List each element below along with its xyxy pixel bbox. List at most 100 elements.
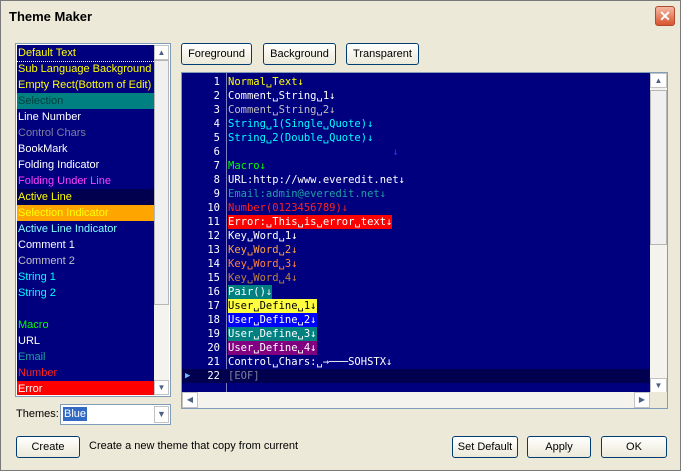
style-element-item[interactable]: String 1: [17, 269, 155, 285]
editor-line: 16 Pair()↓: [182, 285, 649, 299]
style-element-item[interactable]: Default Text: [17, 45, 155, 62]
style-element-item[interactable]: Email: [17, 349, 155, 365]
scroll-down-arrow-icon[interactable]: ▼: [154, 380, 169, 395]
editor-line-text: URL:http://www.everedit.net↓: [228, 174, 406, 186]
preview-editor[interactable]: 1 Normal␣Text↓ 2 Comment␣String␣1↓ 3 Comment␣…: [181, 72, 668, 409]
editor-line-text: Error:␣This␣is␣error␣text↓: [228, 215, 393, 229]
style-element-item[interactable]: URL: [17, 333, 155, 349]
style-element-item[interactable]: Active Line Indicator: [17, 221, 155, 237]
style-element-item[interactable]: Comment 2: [17, 253, 155, 269]
apply-button[interactable]: Apply: [527, 436, 591, 458]
editor-line-text: Key␣Word␣2↓: [228, 244, 298, 256]
editor-line-text: User␣Define␣3↓: [228, 327, 317, 341]
editor-line: 11 Error:␣This␣is␣error␣text↓: [182, 215, 649, 229]
style-element-item[interactable]: Sub Language Background: [17, 61, 155, 77]
ok-button[interactable]: OK: [601, 436, 667, 458]
editor-line-text: Comment␣String␣2↓: [228, 104, 336, 116]
editor-line: 5 String␣2(Double␣Quote)↓: [182, 131, 649, 145]
editor-line: ▶ 22 [EOF]: [182, 369, 649, 383]
style-element-item[interactable]: Macro: [17, 317, 155, 333]
line-number: 15: [207, 272, 220, 284]
editor-line-text: [EOF]: [228, 370, 260, 382]
line-number: 3: [213, 104, 220, 116]
editor-line: 9 Email:admin@everedit.net↓: [182, 187, 649, 201]
line-number: 6: [213, 146, 220, 158]
style-element-item[interactable]: Control Chars: [17, 125, 155, 141]
scroll-up-arrow-icon[interactable]: ▲: [154, 45, 169, 60]
scrollbar-corner: [650, 392, 667, 408]
editor-line: 12 Key␣Word␣1↓: [182, 229, 649, 243]
editor-line-text: User␣Define␣1↓: [228, 299, 317, 313]
editor-line-text: Pair()↓: [228, 285, 273, 299]
editor-line-text: ↓: [228, 146, 399, 158]
list-scroll-thumb[interactable]: [154, 60, 169, 305]
close-button[interactable]: ✕: [655, 6, 675, 26]
editor-line-text: String␣1(Single␣Quote)↓: [228, 118, 374, 130]
editor-scroll-thumb[interactable]: [650, 90, 667, 245]
create-hint: Create a new theme that copy from curren…: [89, 440, 299, 452]
editor-line: 4 String␣1(Single␣Quote)↓: [182, 117, 649, 131]
editor-line: 21 Control␣Chars:␣→───SOHSTX↓: [182, 355, 649, 369]
editor-line: 10 Number(0123456789)↓: [182, 201, 649, 215]
window-title: Theme Maker: [9, 9, 93, 24]
editor-line: 14 Key␣Word␣3↓: [182, 257, 649, 271]
line-number: 22: [207, 370, 220, 382]
scroll-up-arrow-icon[interactable]: ▲: [650, 73, 667, 88]
style-element-item[interactable]: Active Line: [17, 189, 155, 205]
editor-vertical-scrollbar[interactable]: ▲ ▼: [650, 73, 667, 393]
editor-line-text: Normal␣Text↓: [228, 76, 304, 88]
transparent-button[interactable]: Transparent: [346, 43, 419, 65]
style-element-item[interactable]: Comment 1: [17, 237, 155, 253]
editor-line: 13 Key␣Word␣2↓: [182, 243, 649, 257]
list-scrollbar[interactable]: ▲ ▼: [154, 45, 169, 395]
style-element-item[interactable]: Empty Rect(Bottom of Edit): [17, 77, 155, 93]
style-element-item[interactable]: Folding Under Line: [17, 173, 155, 189]
editor-line-text: Macro↓: [228, 160, 266, 172]
style-element-item[interactable]: String 2: [17, 285, 155, 301]
line-number: 17: [207, 300, 220, 312]
editor-line-text: Email:admin@everedit.net↓: [228, 188, 387, 200]
style-element-item[interactable]: Selection Indicator: [17, 205, 155, 221]
editor-line: 3 Comment␣String␣2↓: [182, 103, 649, 117]
style-element-item[interactable]: Selection: [17, 93, 155, 109]
chevron-down-icon[interactable]: ▼: [154, 406, 169, 423]
set-default-button[interactable]: Set Default: [452, 436, 518, 458]
editor-line: 18 User␣Define␣2↓: [182, 313, 649, 327]
create-button[interactable]: Create: [16, 436, 80, 458]
editor-line: 19 User␣Define␣3↓: [182, 327, 649, 341]
line-number: 7: [213, 160, 220, 172]
style-element-list[interactable]: Default Text Sub Language Background Empty…: [15, 43, 171, 397]
background-button[interactable]: Background: [263, 43, 336, 65]
scroll-left-arrow-icon[interactable]: ◀: [182, 392, 198, 408]
style-element-item[interactable]: Number: [17, 365, 155, 381]
style-element-item[interactable]: Line Number: [17, 109, 155, 125]
foreground-button[interactable]: Foreground: [181, 43, 252, 65]
editor-line-text: String␣2(Double␣Quote)↓: [228, 132, 374, 144]
editor-line-text: Number(0123456789)↓: [228, 202, 349, 214]
scroll-right-arrow-icon[interactable]: ▶: [634, 392, 650, 408]
editor-line: 15 Key␣Word␣4↓: [182, 271, 649, 285]
line-number: 10: [207, 202, 220, 214]
line-number: 1: [213, 76, 220, 88]
style-element-item[interactable]: Folding Indicator: [17, 157, 155, 173]
themes-select[interactable]: Blue ▼: [60, 404, 171, 425]
line-number: 4: [213, 118, 220, 130]
preview-code: 1 Normal␣Text↓ 2 Comment␣String␣1↓ 3 Comment␣…: [182, 75, 649, 383]
style-element-item[interactable]: BookMark: [17, 141, 155, 157]
scroll-down-arrow-icon[interactable]: ▼: [650, 378, 667, 393]
editor-line-text: User␣Define␣4↓: [228, 341, 317, 355]
style-element-item[interactable]: Error: [17, 381, 155, 395]
editor-line-text: Key␣Word␣3↓: [228, 258, 298, 270]
line-number: 2: [213, 90, 220, 102]
editor-line: 2 Comment␣String␣1↓: [182, 89, 649, 103]
style-element-items: Default Text Sub Language Background Empty…: [17, 45, 155, 395]
editor-horizontal-scrollbar[interactable]: ◀ ▶: [182, 392, 650, 408]
themes-select-value: Blue: [63, 407, 88, 421]
style-element-item[interactable]: [17, 301, 155, 317]
line-number: 14: [207, 258, 220, 270]
title-bar: Theme Maker ✕: [1, 1, 680, 31]
line-number: 9: [213, 188, 220, 200]
line-number: 20: [207, 342, 220, 354]
editor-line-text: Key␣Word␣4↓: [228, 272, 298, 284]
line-number: 16: [207, 286, 220, 298]
